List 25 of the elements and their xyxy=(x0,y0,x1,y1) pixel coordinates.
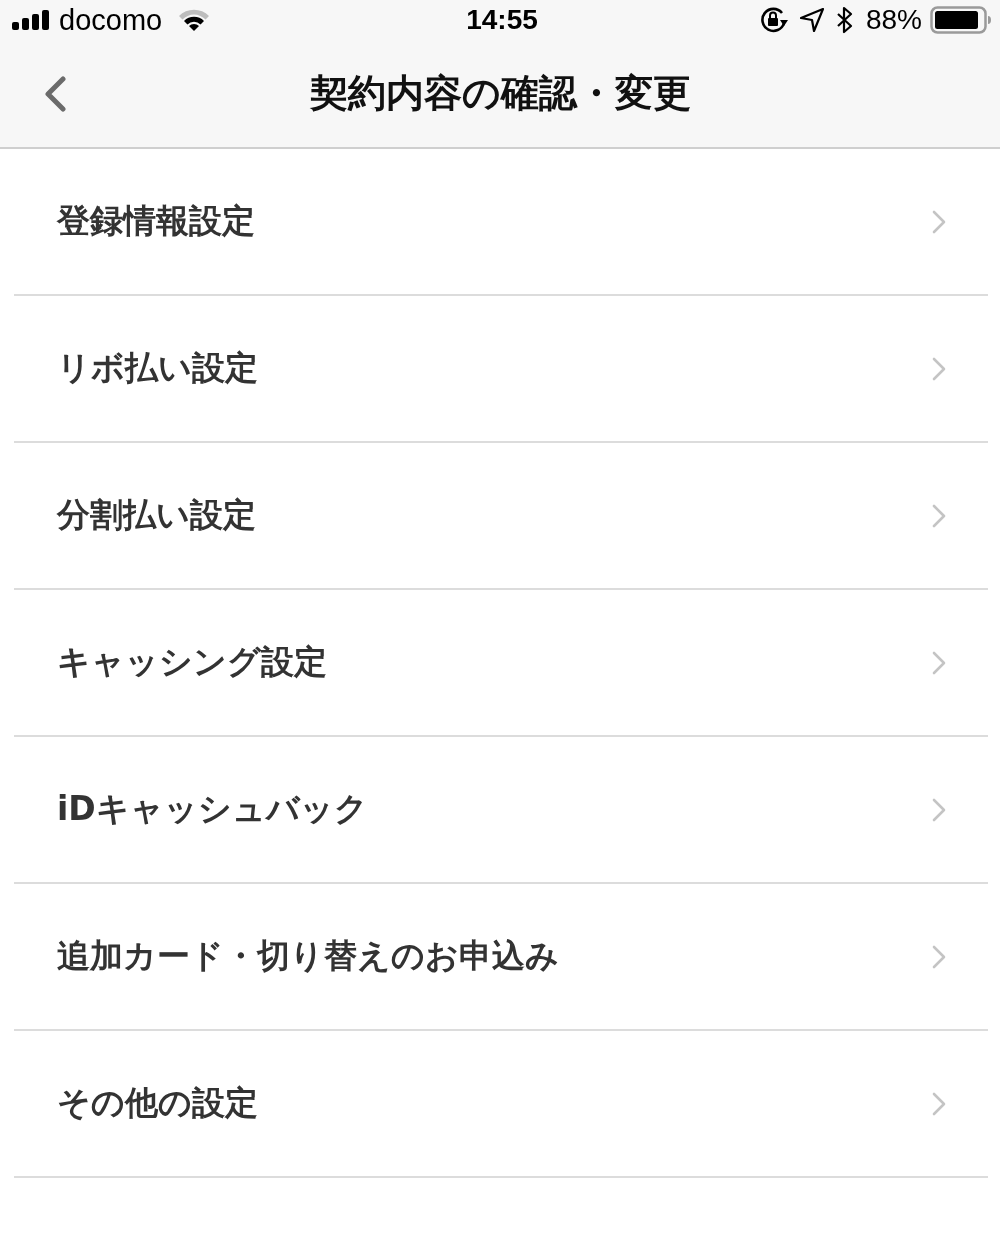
signal-icon xyxy=(12,10,50,30)
menu-item[interactable]: キャッシング設定 xyxy=(14,590,988,737)
menu-item[interactable]: 分割払い設定 xyxy=(14,443,988,590)
chevron-right-icon xyxy=(932,356,946,381)
carrier-name: docomo xyxy=(59,5,163,35)
chevron-right-icon xyxy=(932,650,946,675)
bluetooth-icon xyxy=(835,6,854,34)
chevron-left-icon xyxy=(44,75,66,112)
menu-item[interactable]: 追加カード・切り替えのお申込み xyxy=(14,884,988,1031)
page-title: 契約内容の確認・変更 xyxy=(308,70,692,117)
chevron-right-icon xyxy=(932,797,946,822)
wifi-icon xyxy=(179,9,210,31)
menu-item[interactable]: その他の設定 xyxy=(14,1031,988,1178)
chevron-right-icon xyxy=(932,944,946,969)
location-arrow-icon xyxy=(799,8,824,32)
chevron-right-icon xyxy=(932,1091,946,1116)
menu-item[interactable]: リボ払い設定 xyxy=(14,296,988,443)
menu-item[interactable]: iDキャッシュバック xyxy=(14,737,988,884)
menu-item[interactable]: 登録情報設定 xyxy=(14,149,988,296)
status-time: 14:55 xyxy=(466,6,538,34)
battery-percentage: 88% xyxy=(865,6,922,34)
chevron-right-icon xyxy=(932,209,946,234)
battery-icon xyxy=(930,6,992,34)
chevron-right-icon xyxy=(932,503,946,528)
orientation-lock-icon xyxy=(759,7,788,33)
